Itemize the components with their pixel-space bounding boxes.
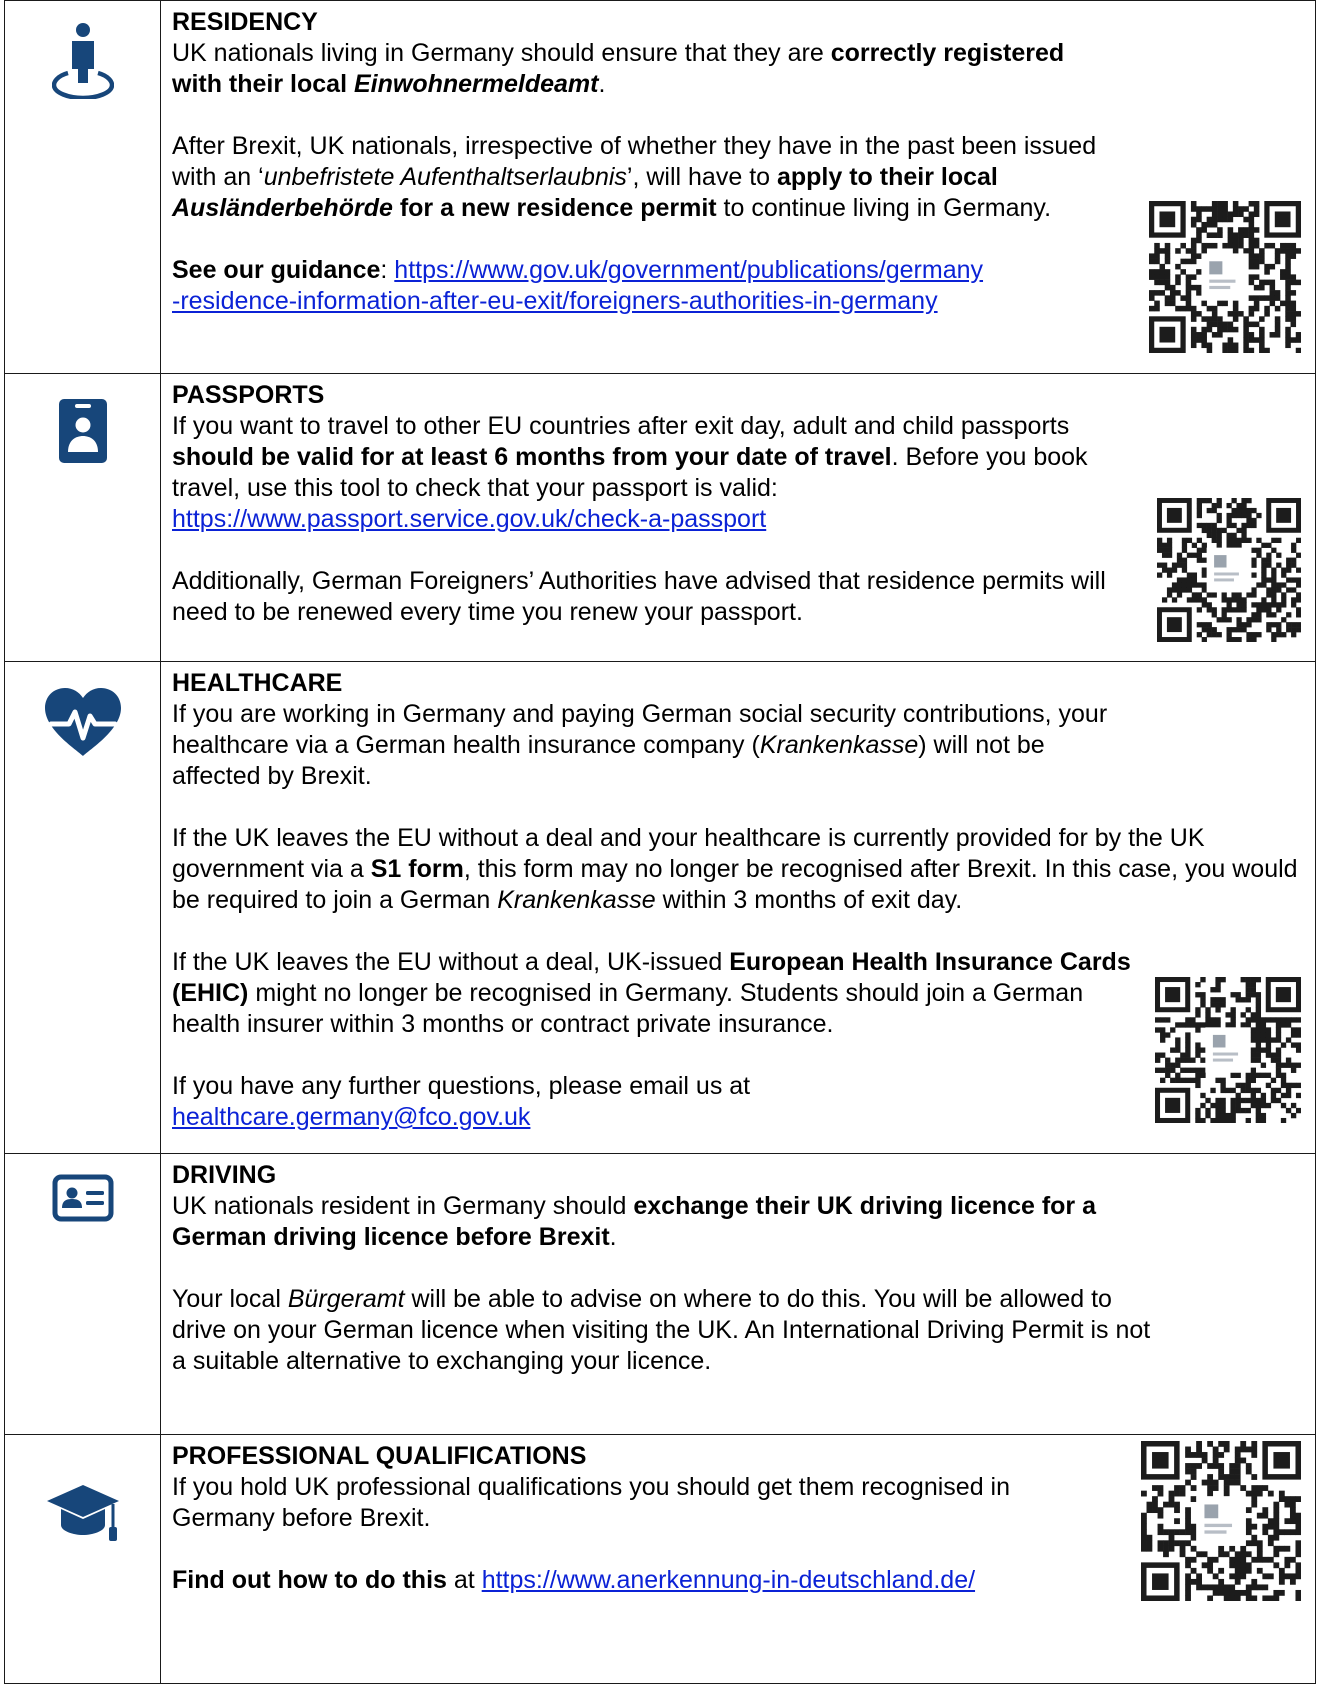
info-table: RESIDENCY UK nationals living in Germany… — [4, 0, 1316, 1684]
paragraph: UK nationals living in Germany should en… — [172, 39, 1065, 98]
paragraph: After Brexit, UK nationals, irrespective… — [172, 132, 1097, 222]
paragraph: See our guidance: https://www.gov.uk/gov… — [172, 256, 984, 315]
icon-cell — [4, 0, 161, 374]
driving-text-cell: DRIVING UK nationals resident in Germany… — [160, 1153, 1316, 1435]
qr-code — [1157, 498, 1301, 642]
heart-pulse-icon — [44, 688, 121, 756]
healthcare-email-link[interactable]: healthcare.germany@fco.gov.uk — [172, 1103, 530, 1131]
section-residency: RESIDENCY UK nationals living in Germany… — [4, 0, 1316, 374]
paragraph: If you have any further questions, pleas… — [172, 1072, 751, 1131]
paragraph: If you want to travel to other EU countr… — [172, 412, 1088, 533]
paragraph: Additionally, German Foreigners’ Authori… — [172, 567, 1106, 626]
qr-code — [1155, 977, 1301, 1123]
section-heading: DRIVING — [172, 1161, 277, 1189]
qualifications-text-cell: PROFESSIONAL QUALIFICATIONS If you hold … — [160, 1434, 1316, 1684]
icon-cell — [4, 1153, 161, 1435]
paragraph: If you are working in Germany and paying… — [172, 700, 1108, 790]
section-healthcare: HEALTHCARE If you are working in Germany… — [4, 661, 1316, 1154]
recognition-link[interactable]: https://www.anerkennung-in-deutschland.d… — [482, 1566, 975, 1594]
paragraph: Your local Bürgeramt will be able to adv… — [172, 1285, 1151, 1375]
section-professional-qualifications: PROFESSIONAL QUALIFICATIONS If you hold … — [4, 1434, 1316, 1684]
person-location-icon — [51, 23, 114, 99]
icon-cell — [4, 661, 161, 1154]
section-driving: DRIVING UK nationals resident in Germany… — [4, 1153, 1316, 1435]
qr-code — [1141, 1441, 1301, 1601]
paragraph: UK nationals resident in Germany should … — [172, 1192, 1096, 1251]
passports-text-cell: PASSPORTS If you want to travel to other… — [160, 373, 1316, 662]
icon-cell — [4, 373, 161, 662]
graduation-cap-icon — [46, 1485, 119, 1541]
paragraph: If you hold UK professional qualificatio… — [172, 1473, 1011, 1532]
section-passports: PASSPORTS If you want to travel to other… — [4, 373, 1316, 662]
icon-cell — [4, 1434, 161, 1684]
driving-licence-card-icon — [52, 1174, 113, 1222]
passport-check-link[interactable]: https://www.passport.service.gov.uk/chec… — [172, 505, 766, 533]
healthcare-text-cell: HEALTHCARE If you are working in Germany… — [160, 661, 1316, 1154]
passport-id-icon — [58, 399, 107, 463]
residency-text-cell: RESIDENCY UK nationals living in Germany… — [160, 0, 1316, 374]
qr-code — [1149, 201, 1301, 353]
section-heading: RESIDENCY — [172, 8, 318, 36]
paragraph: If the UK leaves the EU without a deal a… — [172, 824, 1298, 914]
section-heading: HEALTHCARE — [172, 669, 343, 697]
paragraph: If the UK leaves the EU without a deal, … — [172, 948, 1131, 1038]
section-heading: PROFESSIONAL QUALIFICATIONS — [172, 1442, 587, 1470]
section-heading: PASSPORTS — [172, 381, 325, 409]
